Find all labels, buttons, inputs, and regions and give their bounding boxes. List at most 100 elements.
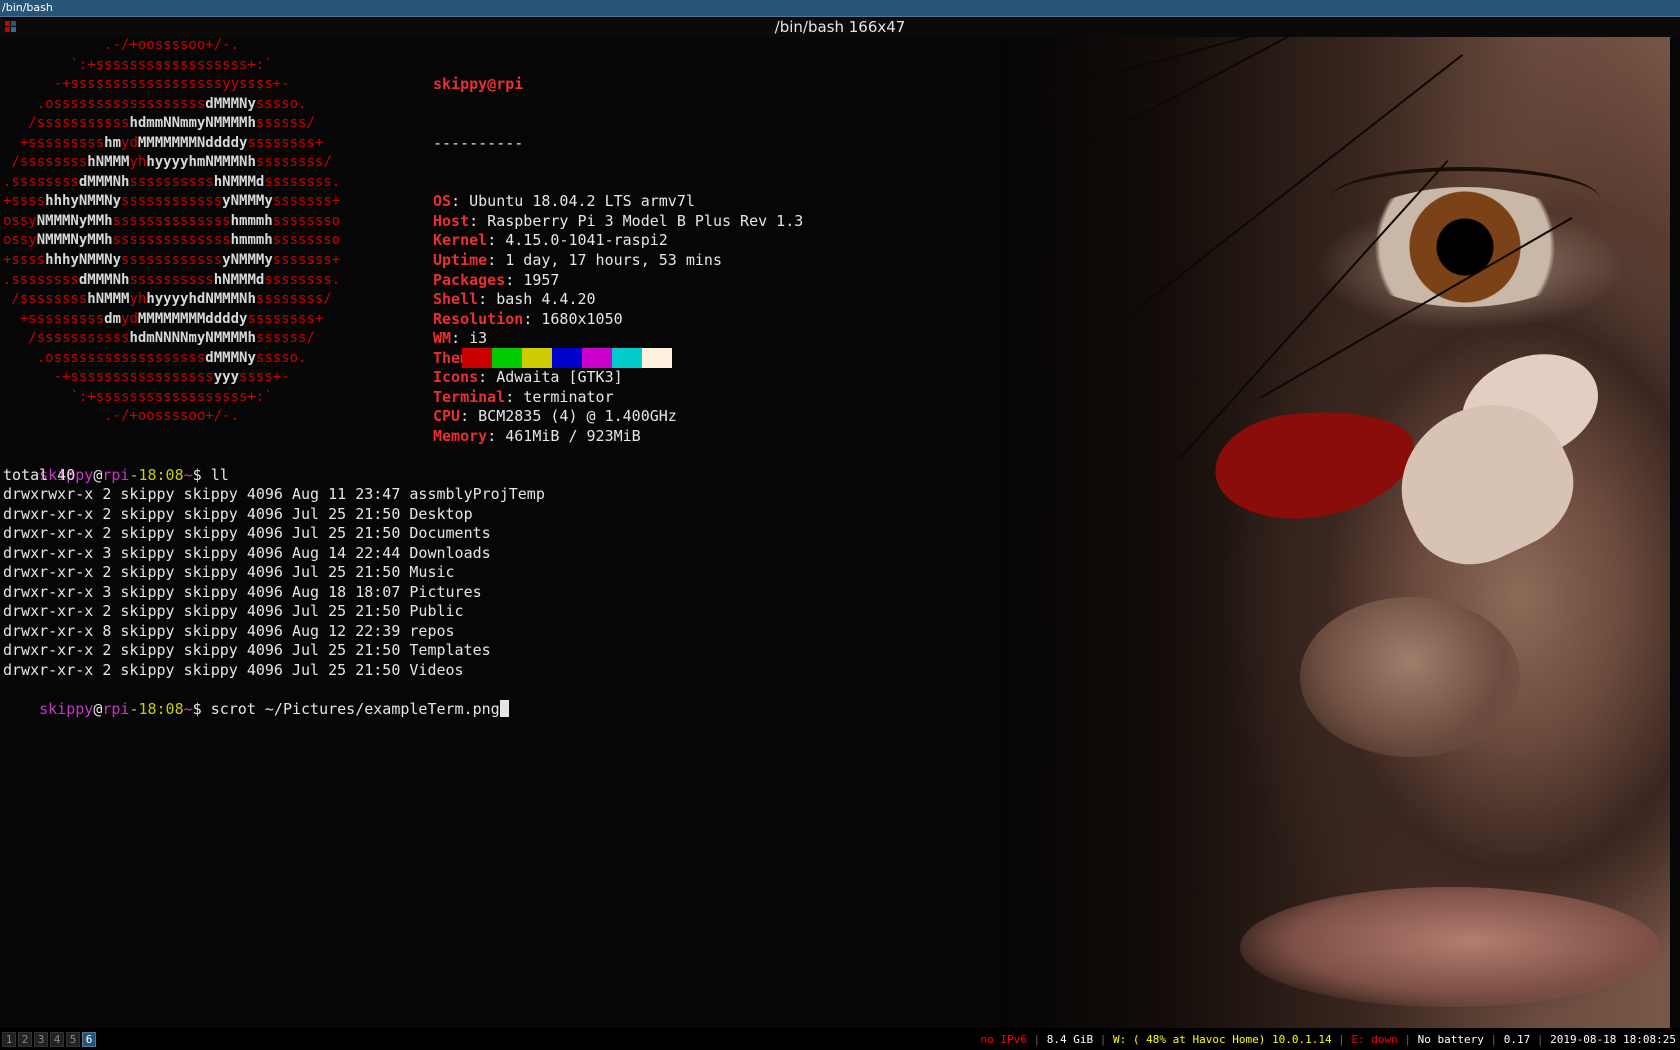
prompt-line-current[interactable]: skippy@rpi-18:08~$ scrot ~/Pictures/exam… <box>3 681 509 740</box>
ascii-logo-line: -+sssssssssssssssssyyyssss+- <box>3 369 290 386</box>
ascii-logo-line: .-/+oossssoo+/-. <box>3 408 240 425</box>
field-value: 1680x1050 <box>541 309 623 328</box>
status-block: 8.4 GiB <box>1046 1033 1094 1046</box>
prompt-dollar: $ <box>192 465 202 484</box>
wallpaper-lips <box>1240 887 1660 1007</box>
terminator-logo-icon <box>5 21 17 33</box>
ascii-logo-line: `:+ssssssssssssssssss+:` <box>3 388 273 405</box>
workspace-button-6[interactable]: 6 <box>82 1032 96 1047</box>
neofetch-user-host: skippy@rpi <box>433 75 524 94</box>
field-value: BCM2835 (4) @ 1.400GHz <box>478 407 677 426</box>
field-key: Packages <box>433 270 506 289</box>
listing-row: drwxr-xr-x 3 skippy skippy 4096 Aug 14 2… <box>3 543 491 562</box>
field-key: Resolution <box>433 309 524 328</box>
listing-row: drwxr-xr-x 2 skippy skippy 4096 Jul 25 2… <box>3 504 473 523</box>
status-block: W: ( 48% at Havoc Home) 10.0.1.14 <box>1113 1033 1332 1046</box>
logo-square <box>11 27 16 32</box>
color-swatch <box>522 348 552 368</box>
prompt-at: @ <box>93 465 103 484</box>
field-value: Adwaita [GTK3] <box>496 368 623 387</box>
ascii-logo-line: .-/+oossssoo+/-. <box>3 37 240 53</box>
logo-square <box>11 21 16 26</box>
logo-square <box>5 21 10 26</box>
ascii-logo-line: .ossssssssssssssssssdMMMNysssso. <box>3 95 307 112</box>
field-key: Uptime <box>433 251 488 270</box>
field-value: i3 <box>469 329 488 348</box>
color-swatch <box>462 348 492 368</box>
ascii-logo-line: .ssssssssdMMMNhsssssssssshNMMMdssssssss. <box>3 173 341 190</box>
field-key: WM <box>433 329 452 348</box>
ascii-logo-line: +ssssssssshmydMMMMMMMNddddyssssssss+ <box>3 134 324 151</box>
field-value: Ubuntu 18.04.2 LTS armv7l <box>469 192 695 211</box>
field-key: Kernel <box>433 231 488 250</box>
logo-square <box>5 27 10 32</box>
neofetch-field: Icons: Adwaita [GTK3] <box>433 368 623 387</box>
workspace-button-5[interactable]: 5 <box>66 1032 80 1047</box>
ascii-logo-line: /ssssssssssshdmNNNNmyNMMMMhssssss/ <box>3 330 315 347</box>
field-key: Memory <box>433 426 488 445</box>
window-title: /bin/bash <box>2 1 53 14</box>
field-key: Shell <box>433 290 479 309</box>
listing-row: drwxr-xr-x 2 skippy skippy 4096 Jul 25 2… <box>3 602 464 621</box>
status-blocks: no IPv6 | 8.4 GiB | W: ( 48% at Havoc Ho… <box>980 1033 1676 1046</box>
output-total: total 40 <box>3 465 76 484</box>
wallpaper-eye <box>1340 187 1590 307</box>
terminal-window[interactable]: /bin/bash 166x47 .-/+oossssoo+/-. `:+sss… <box>0 18 1680 1028</box>
workspace-button-1[interactable]: 1 <box>2 1032 16 1047</box>
field-key: Icons <box>433 368 479 387</box>
neofetch-field: Resolution: 1680x1050 <box>433 309 623 328</box>
workspace-button-3[interactable]: 3 <box>34 1032 48 1047</box>
command-input[interactable]: scrot ~/Pictures/exampleTerm.png <box>211 700 500 718</box>
prompt-time: 18:08 <box>138 465 184 484</box>
listing-row: drwxrwxr-x 2 skippy skippy 4096 Aug 11 2… <box>3 485 545 503</box>
neofetch-info: skippy@rpi ---------- OS: Ubuntu 18.04.2… <box>433 36 803 486</box>
command-text: ll <box>210 465 229 484</box>
listing-row: drwxr-xr-x 3 skippy skippy 4096 Aug 18 1… <box>3 582 482 601</box>
prompt-at: @ <box>93 700 103 719</box>
field-value: Raspberry Pi 3 Model B Plus Rev 1.3 <box>487 211 804 230</box>
color-swatch <box>582 348 612 368</box>
field-key: OS <box>433 192 452 211</box>
neofetch-field: Packages: 1957 <box>433 270 560 289</box>
listing-row: drwxr-xr-x 8 skippy skippy 4096 Aug 12 2… <box>3 621 455 640</box>
ascii-logo-line: +sssssssssdmydMMMMMMMMddddyssssssss+ <box>3 310 324 327</box>
color-swatch <box>642 348 672 368</box>
status-block: no IPv6 <box>980 1033 1027 1046</box>
prompt-dollar: $ <box>192 700 202 719</box>
wallpaper-blood-smear <box>1210 401 1420 528</box>
neofetch-field: WM: i3 <box>433 329 488 348</box>
neofetch-field: Terminal: terminator <box>433 387 614 406</box>
field-value: bash 4.4.20 <box>496 290 596 309</box>
window-title-bar[interactable]: /bin/bash <box>0 0 1680 17</box>
wallpaper-hair-strand <box>1019 37 1388 99</box>
neofetch-field: Kernel: 4.15.0-1041-raspi2 <box>433 231 668 250</box>
color-swatch <box>552 348 582 368</box>
listing-row: drwxr-xr-x 2 skippy skippy 4096 Jul 25 2… <box>3 660 464 679</box>
ascii-logo-line: /sssssssshNMMMyhhyyyyhdNMMMNhssssssss/ <box>3 291 332 308</box>
workspace-button-4[interactable]: 4 <box>50 1032 64 1047</box>
color-palette <box>462 348 672 368</box>
ubuntu-ascii-logo: .-/+oossssoo+/-. `:+ssssssssssssssssss+:… <box>3 36 340 427</box>
ascii-logo-line: ossyNMMMNyMMhsssssssssssssshmmmhssssssso <box>3 232 341 249</box>
ascii-logo-line: .ssssssssdMMMNhsssssssssshNMMMdssssssss. <box>3 271 341 288</box>
listing-row: drwxr-xr-x 2 skippy skippy 4096 Jul 25 2… <box>3 563 455 582</box>
status-block: 0.17 <box>1503 1033 1531 1046</box>
ascii-logo-line: +sssshhhyNMMNyssssssssssssyNMMMysssssss+ <box>3 193 341 210</box>
neofetch-field: Shell: bash 4.4.20 <box>433 290 596 309</box>
neofetch-field: Uptime: 1 day, 17 hours, 53 mins <box>433 251 722 270</box>
field-key: Host <box>433 211 470 230</box>
field-value: 1957 <box>523 270 560 289</box>
terminal-title: /bin/bash 166x47 <box>774 18 906 36</box>
workspace-button-2[interactable]: 2 <box>18 1032 32 1047</box>
color-swatch <box>612 348 642 368</box>
field-key: Terminal <box>433 387 506 406</box>
terminal-title-bar[interactable]: /bin/bash 166x47 <box>0 18 1680 37</box>
neofetch-separator: ---------- <box>433 133 524 152</box>
prompt-host: rpi <box>102 465 130 484</box>
prompt-time: 18:08 <box>138 700 184 719</box>
wallpaper-hair-strand <box>1059 37 1432 159</box>
text-cursor <box>499 700 509 718</box>
ascii-logo-line: /ssssssssssshdmmNNmmyNMMMMhssssss/ <box>3 115 315 132</box>
listing-row: drwxr-xr-x 2 skippy skippy 4096 Jul 25 2… <box>3 641 491 660</box>
field-value: 4.15.0-1041-raspi2 <box>505 231 668 250</box>
